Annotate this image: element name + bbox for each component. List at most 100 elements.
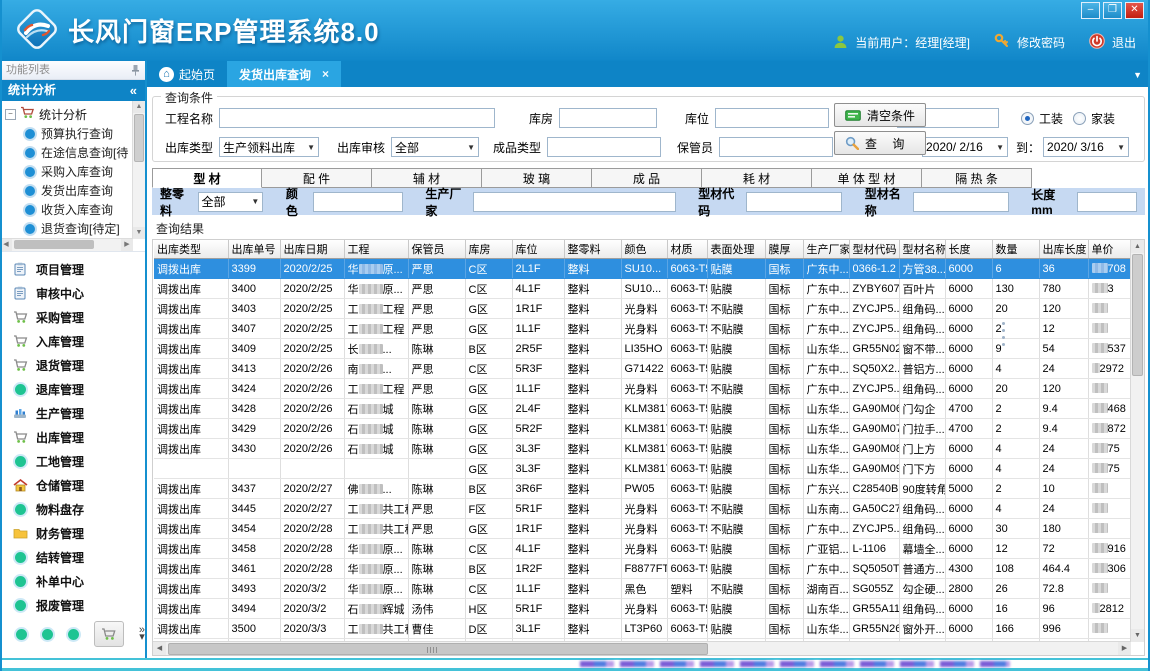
column-header[interactable]: 工程 xyxy=(344,240,408,259)
column-header[interactable]: 膜厚 xyxy=(765,240,803,259)
sidebar-item-13[interactable]: 补单中心 xyxy=(0,569,145,593)
table-row[interactable]: 调拨出库35002020/3/3工共工程曹佳D区3L1F整料LT3P606063… xyxy=(154,619,1131,639)
column-header[interactable]: 单价 xyxy=(1088,240,1131,259)
logout-button[interactable]: 退出 xyxy=(1112,34,1136,51)
cart-shortcut-button[interactable] xyxy=(94,621,124,647)
table-row[interactable]: 调拨出库34002020/2/25华原...严思C区4L1F整料SU10...6… xyxy=(154,279,1131,299)
scroll-left-icon[interactable]: ◀ xyxy=(0,239,12,251)
table-row[interactable]: 调拨出库34932020/3/2华原...陈琳C区1L1F整料黑色塑料不贴膜国标… xyxy=(154,579,1131,599)
table-row[interactable]: 调拨出库34582020/2/28华原...陈琳C区4L1F整料光身料6063-… xyxy=(154,539,1131,559)
dot-icon[interactable] xyxy=(68,629,79,640)
pin-icon[interactable] xyxy=(131,64,140,76)
scroll-thumb[interactable] xyxy=(1132,254,1143,376)
tab-home[interactable]: ⌂ 起始页 xyxy=(147,61,227,87)
scroll-left-icon[interactable]: ◀ xyxy=(153,642,166,655)
column-header[interactable]: 数量 xyxy=(992,240,1039,259)
name-input[interactable] xyxy=(913,192,1009,212)
scroll-right-icon[interactable]: ▶ xyxy=(121,239,133,251)
sidebar-item-2[interactable]: 采购管理 xyxy=(0,305,145,329)
column-header[interactable]: 材质 xyxy=(667,240,707,259)
whole-select[interactable]: 全部▼ xyxy=(198,192,264,212)
tree-item[interactable]: 发货出库查询 xyxy=(5,181,131,200)
collapse-icon[interactable]: « xyxy=(130,80,137,101)
minimize-button[interactable]: – xyxy=(1081,2,1100,19)
sidebar-item-3[interactable]: 入库管理 xyxy=(0,329,145,353)
sidebar-item-12[interactable]: 结转管理 xyxy=(0,545,145,569)
sidebar-item-1[interactable]: 审核中心 xyxy=(0,281,145,305)
material-tab-4[interactable]: 成 品 xyxy=(592,168,702,188)
column-header[interactable]: 出库类型 xyxy=(154,240,228,259)
scroll-up-icon[interactable]: ▲ xyxy=(1131,240,1144,253)
column-header[interactable]: 生产厂家 xyxy=(803,240,849,259)
table-vertical-scrollbar[interactable]: ▲ ▼ xyxy=(1130,240,1144,642)
sidebar-section-header[interactable]: 统计分析 « xyxy=(0,80,145,101)
dot-icon[interactable] xyxy=(16,629,27,640)
tree-horizontal-scrollbar[interactable]: ◀ ▶ xyxy=(0,238,133,251)
scroll-down-icon[interactable]: ▼ xyxy=(1131,629,1144,642)
sidebar-item-8[interactable]: 工地管理 xyxy=(0,449,145,473)
sidebar-item-0[interactable]: 项目管理 xyxy=(0,257,145,281)
scroll-thumb[interactable] xyxy=(134,114,144,162)
sidebar-item-11[interactable]: 财务管理 xyxy=(0,521,145,545)
table-row[interactable]: 调拨出库34092020/2/25长...陈琳B区2R5F整料LI35HO606… xyxy=(154,339,1131,359)
audit-select[interactable]: 全部▼ xyxy=(391,137,479,157)
sidebar-item-10[interactable]: 物料盘存 xyxy=(0,497,145,521)
column-header[interactable]: 型材名称 xyxy=(899,240,945,259)
scroll-down-icon[interactable]: ▼ xyxy=(133,227,145,239)
radio-gongzhuang[interactable] xyxy=(1021,112,1034,125)
date-to-select[interactable]: 2020/ 3/16▼ xyxy=(1043,137,1129,157)
location-input[interactable] xyxy=(715,108,829,128)
color-input[interactable] xyxy=(313,192,403,212)
close-button[interactable]: ✕ xyxy=(1125,2,1144,19)
column-header[interactable]: 颜色 xyxy=(621,240,667,259)
material-tab-1[interactable]: 配 件 xyxy=(262,168,372,188)
warehouse-input[interactable] xyxy=(559,108,657,128)
tab-shipment-outbound-query[interactable]: 发货出库查询 × xyxy=(227,61,341,87)
scroll-up-icon[interactable]: ▲ xyxy=(133,101,145,113)
column-header[interactable]: 表面处理 xyxy=(707,240,765,259)
scroll-thumb[interactable] xyxy=(14,240,94,249)
column-header[interactable]: 长度 xyxy=(945,240,992,259)
length-input[interactable] xyxy=(1077,192,1137,212)
column-header[interactable]: 保管员 xyxy=(408,240,465,259)
tree-root[interactable]: − 统计分析 xyxy=(5,104,131,124)
dot-icon[interactable] xyxy=(42,629,53,640)
table-row[interactable]: 调拨出库34032020/2/25工工程严思G区1R1F整料光身料6063-T5… xyxy=(154,299,1131,319)
scroll-thumb[interactable] xyxy=(168,643,708,655)
material-tab-7[interactable]: 隔 热 条 xyxy=(922,168,1032,188)
table-horizontal-scrollbar[interactable]: ◀ ▶ xyxy=(153,641,1131,655)
column-header[interactable]: 库房 xyxy=(465,240,512,259)
scroll-right-icon[interactable]: ▶ xyxy=(1118,642,1131,655)
sidebar-item-6[interactable]: 生产管理 xyxy=(0,401,145,425)
keeper-input[interactable] xyxy=(719,137,833,157)
expander-icon[interactable]: − xyxy=(5,109,16,120)
table-row[interactable]: 调拨出库34242020/2/26工工程严思G区1L1F整料光身料6063-T5… xyxy=(154,379,1131,399)
table-row[interactable]: 调拨出库34612020/2/28华原...陈琳B区1R2F整料F8877FT6… xyxy=(154,559,1131,579)
change-password-link[interactable]: 修改密码 xyxy=(1017,34,1065,51)
tree-item[interactable]: 退货查询[待定] xyxy=(5,219,131,238)
table-row[interactable]: G区3L3F整料KLM38176063-T5贴膜国标山东华...GA90M09.… xyxy=(154,459,1131,479)
tab-close-icon[interactable]: × xyxy=(322,67,329,81)
clear-conditions-button[interactable]: 清空条件 xyxy=(834,103,926,127)
column-header[interactable]: 出库日期 xyxy=(280,240,344,259)
column-header[interactable]: 库位 xyxy=(512,240,564,259)
search-button[interactable]: 查 询 xyxy=(834,131,926,155)
sidebar-item-5[interactable]: 退库管理 xyxy=(0,377,145,401)
table-row[interactable]: 调拨出库34542020/2/28工共工程严思G区1R1F整料光身料6063-T… xyxy=(154,519,1131,539)
sidebar-item-9[interactable]: 仓储管理 xyxy=(0,473,145,497)
table-row[interactable]: 调拨出库33992020/2/25华原...严思C区2L1F整料SU10...6… xyxy=(154,259,1131,279)
tree-item[interactable]: 收货入库查询 xyxy=(5,200,131,219)
column-header[interactable]: 整零料 xyxy=(564,240,621,259)
material-tab-3[interactable]: 玻 璃 xyxy=(482,168,592,188)
table-row[interactable]: 调拨出库34292020/2/26石城陈琳G区5R2F整料KLM38176063… xyxy=(154,419,1131,439)
column-header[interactable]: 型材代码 xyxy=(849,240,899,259)
tree-item[interactable]: 采购入库查询 xyxy=(5,162,131,181)
splitter-handle[interactable] xyxy=(1001,322,1005,358)
tree-item[interactable]: 在途信息查询[待 xyxy=(5,143,131,162)
maker-input[interactable] xyxy=(473,192,675,212)
chevron-more-icon[interactable]: »▾ xyxy=(139,627,145,641)
tree-item[interactable]: 预算执行查询 xyxy=(5,124,131,143)
table-row[interactable]: 调拨出库34302020/2/26石城陈琳G区3L3F整料KLM38176063… xyxy=(154,439,1131,459)
tree-vertical-scrollbar[interactable]: ▲ ▼ xyxy=(132,101,145,239)
table-row[interactable]: 调拨出库34132020/2/26南...严思C区5R3F整料G71422606… xyxy=(154,359,1131,379)
